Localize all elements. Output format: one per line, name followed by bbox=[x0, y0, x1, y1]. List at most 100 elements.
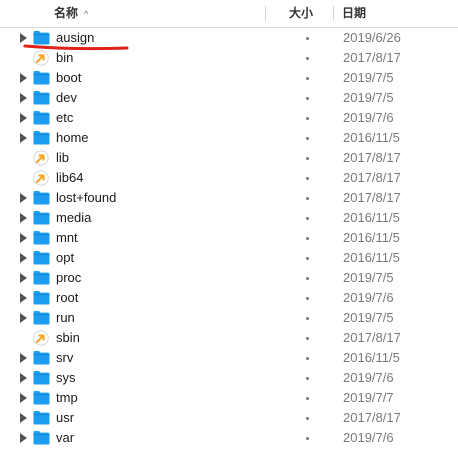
file-name: boot bbox=[56, 70, 82, 85]
size-placeholder-dot bbox=[306, 437, 309, 440]
disclosure-triangle-icon[interactable] bbox=[20, 133, 27, 143]
file-row[interactable]: var 2019/7/6 bbox=[0, 428, 458, 448]
size-column-header[interactable]: 大小 bbox=[289, 0, 313, 27]
file-row[interactable]: lost+found 2017/8/17 bbox=[0, 188, 458, 208]
file-row[interactable]: lib64 2017/8/17 bbox=[0, 168, 458, 188]
disclosure-triangle-icon[interactable] bbox=[20, 433, 27, 443]
file-date: 2017/8/17 bbox=[343, 330, 401, 345]
file-date: 2016/11/5 bbox=[343, 210, 400, 225]
size-placeholder-dot bbox=[306, 317, 309, 320]
size-placeholder-dot bbox=[306, 337, 309, 340]
file-row[interactable]: run 2019/7/5 bbox=[0, 308, 458, 328]
folder-icon bbox=[33, 31, 50, 45]
file-date: 2017/8/17 bbox=[343, 410, 401, 425]
size-placeholder-dot bbox=[306, 277, 309, 280]
disclosure-triangle-icon[interactable] bbox=[20, 313, 27, 323]
file-browser: 名称 ^ 大小 日期 ausign 2019/6/26 bin 2017/8/17 b… bbox=[0, 0, 458, 454]
disclosure-triangle-icon[interactable] bbox=[20, 73, 27, 83]
file-row[interactable]: root 2019/7/6 bbox=[0, 288, 458, 308]
file-name: sys bbox=[56, 370, 76, 385]
disclosure-triangle-icon[interactable] bbox=[20, 33, 27, 43]
file-row[interactable]: boot 2019/7/5 bbox=[0, 68, 458, 88]
file-row[interactable]: sys 2019/7/6 bbox=[0, 368, 458, 388]
size-placeholder-dot bbox=[306, 57, 309, 60]
alias-link-icon bbox=[33, 330, 49, 346]
size-placeholder-dot bbox=[306, 257, 309, 260]
file-row[interactable]: home 2016/11/5 bbox=[0, 128, 458, 148]
file-row[interactable]: srv 2016/11/5 bbox=[0, 348, 458, 368]
file-name: opt bbox=[56, 250, 75, 265]
date-column-header[interactable]: 日期 bbox=[342, 0, 366, 27]
folder-icon bbox=[33, 211, 50, 225]
size-placeholder-dot bbox=[306, 217, 309, 220]
disclosure-triangle-icon[interactable] bbox=[20, 273, 27, 283]
disclosure-triangle-icon[interactable] bbox=[20, 293, 27, 303]
folder-icon bbox=[33, 291, 50, 305]
folder-icon bbox=[33, 231, 50, 245]
file-date: 2019/7/6 bbox=[343, 370, 394, 385]
file-row[interactable]: dev 2019/7/5 bbox=[0, 88, 458, 108]
disclosure-triangle-icon[interactable] bbox=[20, 93, 27, 103]
column-header-bar: 名称 ^ 大小 日期 bbox=[0, 0, 458, 28]
disclosure-triangle-icon[interactable] bbox=[20, 253, 27, 263]
size-placeholder-dot bbox=[306, 237, 309, 240]
disclosure-triangle-icon[interactable] bbox=[20, 353, 27, 363]
file-row[interactable]: sbin 2017/8/17 bbox=[0, 328, 458, 348]
sort-ascending-icon: ^ bbox=[84, 9, 89, 19]
file-date: 2017/8/17 bbox=[343, 190, 401, 205]
size-placeholder-dot bbox=[306, 157, 309, 160]
column-divider[interactable] bbox=[333, 6, 334, 21]
size-placeholder-dot bbox=[306, 37, 309, 40]
file-date: 2016/11/5 bbox=[343, 350, 400, 365]
file-row[interactable]: usr 2017/8/17 bbox=[0, 408, 458, 428]
file-date: 2016/11/5 bbox=[343, 130, 400, 145]
folder-icon bbox=[33, 191, 50, 205]
disclosure-triangle-icon[interactable] bbox=[20, 233, 27, 243]
file-name: tmp bbox=[56, 390, 78, 405]
file-name: sbin bbox=[56, 330, 80, 345]
file-date: 2019/7/6 bbox=[343, 290, 394, 305]
folder-icon bbox=[33, 351, 50, 365]
size-placeholder-dot bbox=[306, 177, 309, 180]
file-date: 2019/7/5 bbox=[343, 90, 394, 105]
folder-icon bbox=[33, 431, 50, 445]
alias-link-icon bbox=[33, 150, 49, 166]
file-name: mnt bbox=[56, 230, 78, 245]
disclosure-triangle-icon[interactable] bbox=[20, 373, 27, 383]
file-list: ausign 2019/6/26 bin 2017/8/17 boot 2019/7/… bbox=[0, 28, 458, 448]
size-placeholder-dot bbox=[306, 297, 309, 300]
file-name: etc bbox=[56, 110, 74, 125]
file-row[interactable]: opt 2016/11/5 bbox=[0, 248, 458, 268]
file-date: 2017/8/17 bbox=[343, 170, 401, 185]
alias-link-icon bbox=[33, 170, 49, 186]
file-row[interactable]: etc 2019/7/6 bbox=[0, 108, 458, 128]
red-underline-annotation bbox=[23, 44, 129, 51]
file-row[interactable]: tmp 2019/7/7 bbox=[0, 388, 458, 408]
file-row[interactable]: proc 2019/7/5 bbox=[0, 268, 458, 288]
file-name: var bbox=[56, 430, 75, 445]
column-divider[interactable] bbox=[265, 6, 266, 21]
file-row[interactable]: lib 2017/8/17 bbox=[0, 148, 458, 168]
folder-icon bbox=[33, 411, 50, 425]
folder-icon bbox=[33, 71, 50, 85]
folder-icon bbox=[33, 251, 50, 265]
file-name: proc bbox=[56, 270, 82, 285]
file-name: usr bbox=[56, 410, 75, 425]
disclosure-triangle-icon[interactable] bbox=[20, 213, 27, 223]
file-name: srv bbox=[56, 350, 74, 365]
folder-icon bbox=[33, 271, 50, 285]
file-row[interactable]: media 2016/11/5 bbox=[0, 208, 458, 228]
name-column-header[interactable]: 名称 ^ bbox=[54, 0, 88, 27]
folder-icon bbox=[33, 91, 50, 105]
folder-icon bbox=[33, 131, 50, 145]
file-name: dev bbox=[56, 90, 77, 105]
size-placeholder-dot bbox=[306, 137, 309, 140]
file-name: media bbox=[56, 210, 92, 225]
file-date: 2019/6/26 bbox=[343, 30, 401, 45]
disclosure-triangle-icon[interactable] bbox=[20, 193, 27, 203]
file-row[interactable]: mnt 2016/11/5 bbox=[0, 228, 458, 248]
disclosure-triangle-icon[interactable] bbox=[20, 413, 27, 423]
disclosure-triangle-icon[interactable] bbox=[20, 393, 27, 403]
disclosure-triangle-icon[interactable] bbox=[20, 113, 27, 123]
file-date: 2017/8/17 bbox=[343, 50, 401, 65]
